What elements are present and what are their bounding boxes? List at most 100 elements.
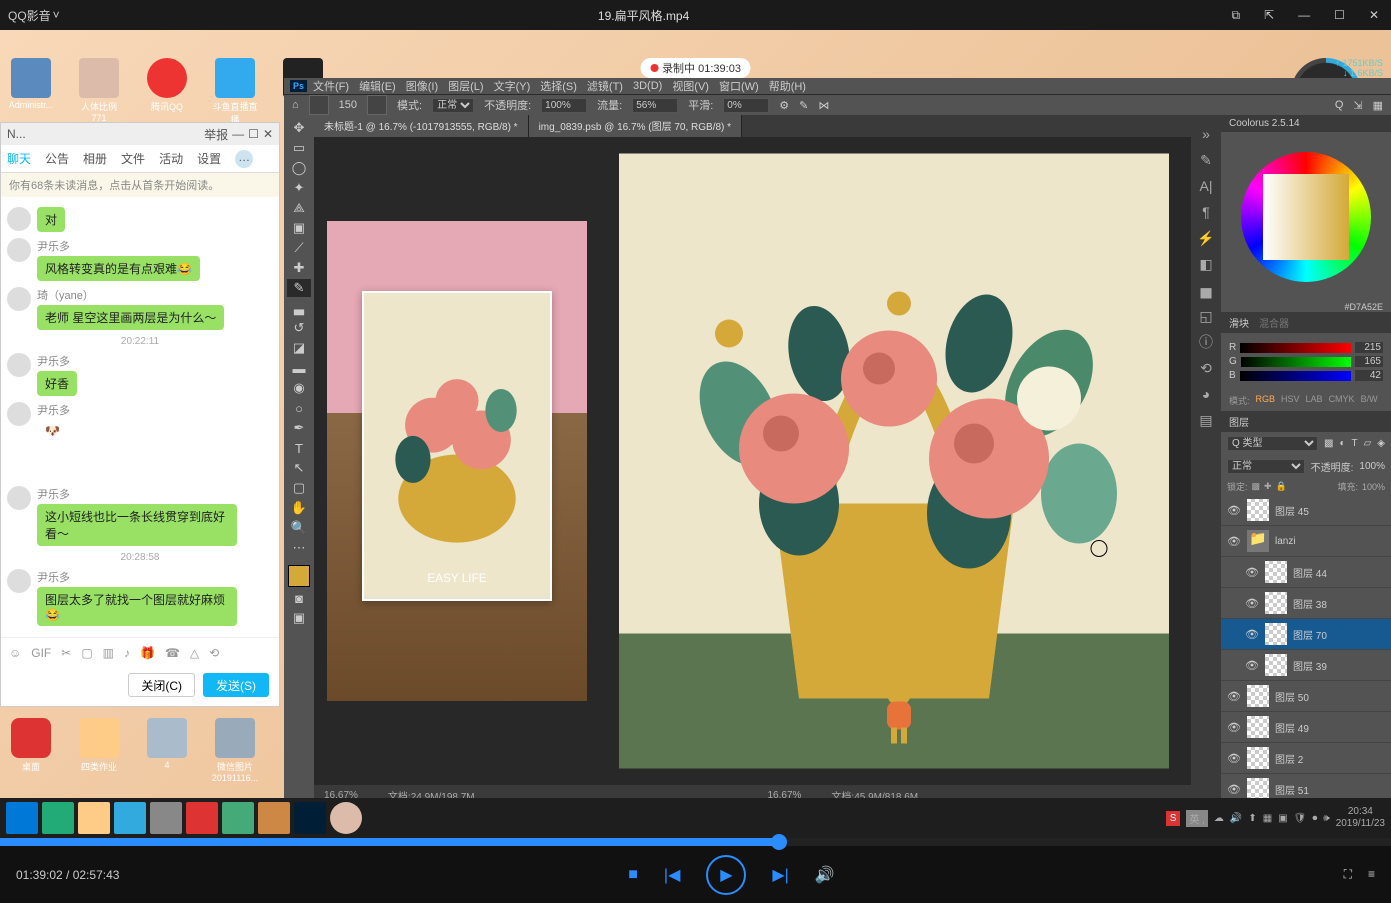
mode-bw[interactable]: B/W xyxy=(1361,394,1378,407)
zoom-tool[interactable]: 🔍 xyxy=(287,519,311,537)
layers-list[interactable]: 👁图层 45👁📁lanzi👁图层 44👁图层 38👁图层 70👁图层 39👁图层… xyxy=(1221,495,1391,805)
quick-mask-icon[interactable]: ◙ xyxy=(287,589,311,607)
lock-position-icon[interactable]: ✚ xyxy=(1264,481,1272,492)
message-bubble[interactable]: 这小短线也比一条长线贯穿到底好看～ xyxy=(37,504,237,546)
menu-select[interactable]: 选择(S) xyxy=(536,78,581,94)
taskbar-avatar[interactable] xyxy=(330,802,362,834)
smooth-input[interactable] xyxy=(723,98,769,113)
taskbar-ps[interactable] xyxy=(294,802,326,834)
tab-files[interactable]: 文件 xyxy=(121,150,145,167)
visibility-toggle[interactable]: 👁 xyxy=(1245,597,1259,610)
canvas-1[interactable]: EASY LIFE xyxy=(322,145,592,777)
play-button[interactable]: ▶ xyxy=(706,855,746,895)
avatar[interactable] xyxy=(7,569,31,593)
workspace-icon[interactable]: ▦ xyxy=(1373,99,1383,112)
menu-filter[interactable]: 滤镜(T) xyxy=(583,78,627,94)
progress-bar[interactable] xyxy=(0,838,1391,846)
desktop-icon[interactable]: 人体比例771 xyxy=(74,58,124,126)
menu-view[interactable]: 视图(V) xyxy=(668,78,713,94)
unread-banner[interactable]: 你有68条未读消息，点击从首条开始阅读。 xyxy=(1,173,279,197)
avatar[interactable] xyxy=(7,207,31,231)
avatar[interactable] xyxy=(7,402,31,426)
brush-tool[interactable]: ✎ xyxy=(287,279,311,297)
scissors-icon[interactable]: ✂ xyxy=(61,646,71,660)
visibility-toggle[interactable]: 👁 xyxy=(1245,566,1259,579)
desktop-icon[interactable]: 微信图片20191116... xyxy=(210,718,260,783)
layer-item[interactable]: 👁图层 70 xyxy=(1221,619,1391,650)
phone-icon[interactable]: ☎ xyxy=(165,646,180,660)
folder-icon[interactable]: ▥ xyxy=(103,646,114,660)
message-bubble[interactable]: 图层太多了就找一个图层就好麻烦😂 xyxy=(37,587,237,626)
tray-icon[interactable]: ☁ xyxy=(1214,813,1224,824)
minimize-icon[interactable]: — xyxy=(1294,8,1314,22)
layer-item[interactable]: 👁图层 2 xyxy=(1221,743,1391,774)
menu-layer[interactable]: 图层(L) xyxy=(444,78,487,94)
maximize-icon[interactable]: ☐ xyxy=(1330,8,1349,22)
more-icon[interactable]: … xyxy=(235,150,253,168)
ps-logo-icon[interactable]: Ps xyxy=(290,80,307,92)
visibility-toggle[interactable]: 👁 xyxy=(1227,535,1241,548)
mode-cmyk[interactable]: CMYK xyxy=(1329,394,1355,407)
message-bubble[interactable]: 🐶 xyxy=(37,420,97,480)
search-icon[interactable]: Q xyxy=(1335,99,1344,111)
ime-indicator[interactable]: 英 , xyxy=(1186,810,1208,827)
move-tool[interactable]: ✥ xyxy=(287,119,311,137)
desktop-icon[interactable]: 4 xyxy=(142,718,192,783)
history-brush-tool[interactable]: ↺ xyxy=(287,319,311,337)
doc-tab[interactable]: img_0839.psb @ 16.7% (图层 70, RGB/8) * xyxy=(529,115,742,137)
taskbar-chrome[interactable] xyxy=(150,802,182,834)
lock-icon[interactable]: ▩ xyxy=(1252,481,1261,492)
menu-type[interactable]: 文字(Y) xyxy=(490,78,535,94)
tray-icon[interactable]: 🕪 xyxy=(1323,813,1329,824)
navigator-panel-icon[interactable]: ◱ xyxy=(1195,305,1217,327)
visibility-toggle[interactable]: 👁 xyxy=(1227,752,1241,765)
pip-icon[interactable]: ⧉ xyxy=(1228,8,1245,23)
avatar[interactable] xyxy=(7,353,31,377)
tab-notice[interactable]: 公告 xyxy=(45,150,69,167)
color-wheel[interactable] xyxy=(1221,132,1391,302)
message-list[interactable]: 对尹乐多风格转变真的是有点艰难😂琦（yane）老师 星空这里画两层是为什么～20… xyxy=(1,197,279,637)
swatches-panel-icon[interactable]: ◧ xyxy=(1195,253,1217,275)
next-button[interactable]: ▶| xyxy=(772,865,788,885)
eraser-tool[interactable]: ◪ xyxy=(287,339,311,357)
visibility-toggle[interactable]: 👁 xyxy=(1227,690,1241,703)
filter-shape-icon[interactable]: ▱ xyxy=(1364,438,1372,449)
filter-type-icon[interactable]: T xyxy=(1351,438,1357,449)
doc-tab[interactable]: 未标题-1 @ 16.7% (-1017913555, RGB/8) * xyxy=(314,115,529,137)
layer-item[interactable]: 👁图层 39 xyxy=(1221,650,1391,681)
gift-icon[interactable]: 🎁 xyxy=(140,646,155,660)
pressure-icon[interactable]: ✎ xyxy=(799,99,808,112)
share-icon[interactable]: ⇲ xyxy=(1353,99,1362,112)
message-bubble[interactable]: 对 xyxy=(37,207,65,232)
stop-button[interactable]: ■ xyxy=(628,866,638,884)
character-panel-icon[interactable]: A| xyxy=(1195,175,1217,197)
edit-toolbar[interactable]: ⋯ xyxy=(287,539,311,557)
tab-activity[interactable]: 活动 xyxy=(159,150,183,167)
layer-item[interactable]: 👁图层 38 xyxy=(1221,588,1391,619)
avatar[interactable] xyxy=(7,287,31,311)
layer-blend-select[interactable]: 正常 xyxy=(1227,459,1305,474)
tray-icon[interactable]: ▦ xyxy=(1263,813,1272,824)
message-bubble[interactable]: 好香 xyxy=(37,371,77,396)
flow-input[interactable] xyxy=(632,98,678,113)
taskbar-explorer[interactable] xyxy=(78,802,110,834)
glyphs-panel-icon[interactable]: ⚡ xyxy=(1195,227,1217,249)
layer-item[interactable]: 👁图层 45 xyxy=(1221,495,1391,526)
layer-filter-select[interactable]: Q 类型 xyxy=(1227,436,1318,451)
tray-icon[interactable]: 🛡 xyxy=(1294,813,1307,824)
marquee-tool[interactable]: ▭ xyxy=(287,139,311,157)
b-slider[interactable] xyxy=(1240,371,1351,381)
qq-maximize-icon[interactable]: ☐ xyxy=(248,127,259,141)
qq-close-icon[interactable]: ✕ xyxy=(263,127,273,141)
menu-help[interactable]: 帮助(H) xyxy=(765,78,810,94)
emoji-icon[interactable]: ☺ xyxy=(9,646,21,660)
start-button[interactable] xyxy=(6,802,38,834)
paragraph-panel-icon[interactable]: ¶ xyxy=(1195,201,1217,223)
dropdown-icon[interactable]: ˅ xyxy=(53,8,60,22)
stamp-tool[interactable]: ▃ xyxy=(287,299,311,317)
menu-image[interactable]: 图像(I) xyxy=(402,78,442,94)
info-panel-icon[interactable]: ⓘ xyxy=(1195,331,1217,353)
desktop-icon[interactable]: 斗鱼直播直播 xyxy=(210,58,260,126)
desktop-icon[interactable]: 腾讯QQ xyxy=(142,58,192,126)
history-panel-icon[interactable]: ⟲ xyxy=(1195,357,1217,379)
